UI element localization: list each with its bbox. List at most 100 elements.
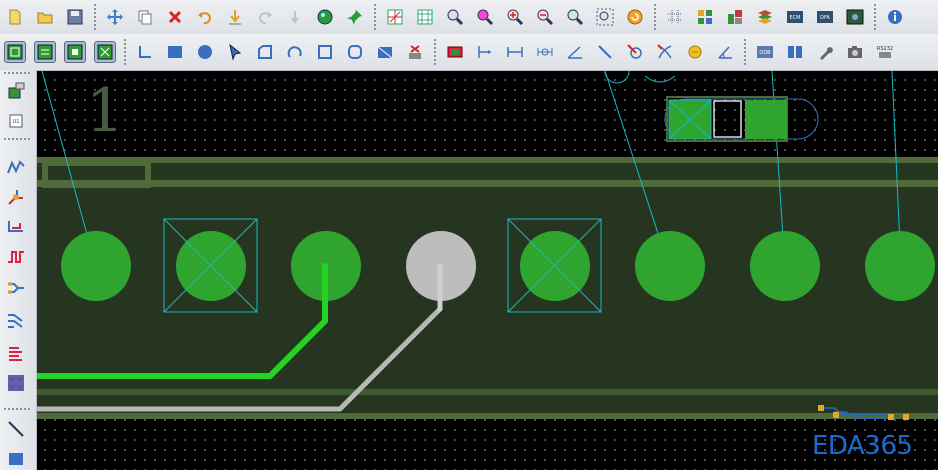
library-icon[interactable]	[724, 6, 746, 28]
toolbar-separator	[4, 408, 30, 410]
pcb-board: 1	[37, 71, 938, 420]
drawing-toolbar: ODB RS232	[0, 34, 938, 71]
copper-outline-bottom-outer	[37, 413, 938, 419]
rectangle-icon[interactable]	[164, 41, 186, 63]
copper-outline-top	[37, 157, 938, 163]
cross-icon[interactable]	[654, 41, 676, 63]
download-icon[interactable]	[224, 6, 246, 28]
smd-component[interactable]	[664, 96, 819, 142]
angle-icon[interactable]	[564, 41, 586, 63]
dimension-icon[interactable]	[474, 41, 496, 63]
components-icon[interactable]	[694, 6, 716, 28]
copy-icon[interactable]	[134, 6, 156, 28]
arrow-down-icon[interactable]	[284, 6, 306, 28]
pointer-icon[interactable]	[224, 41, 246, 63]
redo-icon[interactable]	[254, 6, 276, 28]
pad[interactable]	[61, 231, 131, 301]
delete-icon[interactable]	[164, 6, 186, 28]
bus-route-icon[interactable]	[5, 342, 27, 364]
book-icon[interactable]	[784, 41, 806, 63]
zoom-extents-icon[interactable]	[594, 6, 616, 28]
ratsnest-arc	[644, 75, 676, 83]
grid-view-icon[interactable]	[384, 6, 406, 28]
info-icon[interactable]	[884, 6, 906, 28]
dimension-horizontal-icon[interactable]	[504, 41, 526, 63]
component-icon[interactable]	[444, 41, 466, 63]
smd-pad-right[interactable]	[745, 100, 787, 139]
pcb-canvas[interactable]: 1 EDA365	[37, 71, 938, 470]
pin-icon[interactable]	[344, 6, 366, 28]
zoom-in-icon[interactable]	[504, 6, 526, 28]
pad[interactable]	[865, 231, 935, 301]
select-mode-1-icon[interactable]	[4, 41, 26, 63]
silk-text: 1	[86, 76, 124, 146]
length-tune-icon[interactable]	[5, 246, 27, 268]
new-file-icon[interactable]	[4, 6, 26, 28]
toolbar-separator	[94, 4, 96, 30]
rounded-square-icon[interactable]	[344, 41, 366, 63]
toolbar-separator	[874, 4, 876, 30]
svg-text:ECM: ECM	[790, 15, 801, 21]
toolbar-separator	[4, 72, 30, 74]
open-folder-icon[interactable]	[34, 6, 56, 28]
toolbar-separator	[374, 4, 376, 30]
multi-route-icon[interactable]	[5, 310, 27, 332]
line-draw-icon[interactable]	[5, 418, 27, 440]
layers-icon[interactable]	[754, 6, 776, 28]
wrench-icon[interactable]	[814, 41, 836, 63]
toolbar-separator	[4, 138, 30, 140]
dimension-arc-icon[interactable]	[534, 41, 556, 63]
save-icon[interactable]	[64, 6, 86, 28]
dfa-icon[interactable]: DFA	[814, 6, 836, 28]
toolbar-separator	[744, 39, 746, 65]
zoom-out-icon[interactable]	[534, 6, 556, 28]
route-icon[interactable]	[5, 156, 27, 178]
polygon-icon[interactable]	[254, 41, 276, 63]
refresh-icon[interactable]	[624, 6, 646, 28]
select-mode-3-icon[interactable]	[64, 41, 86, 63]
move-icon[interactable]	[104, 6, 126, 28]
select-mode-4-icon[interactable]	[94, 41, 116, 63]
toolbar-separator	[434, 39, 436, 65]
routing-toolbar: U1	[0, 70, 37, 470]
eraser-icon[interactable]	[404, 41, 426, 63]
fill-icon[interactable]	[374, 41, 396, 63]
zoom-previous-icon[interactable]	[564, 6, 586, 28]
zoom-window-icon[interactable]	[444, 6, 466, 28]
camera-icon[interactable]	[844, 41, 866, 63]
copper-outline-bottom	[37, 389, 938, 395]
select-mode-2-icon[interactable]	[34, 41, 56, 63]
arc-icon[interactable]	[284, 41, 306, 63]
zoom-area-icon[interactable]	[474, 6, 496, 28]
angle-measure-icon[interactable]	[714, 41, 736, 63]
main-toolbar: ECM DFA	[0, 0, 938, 35]
pad[interactable]	[635, 231, 705, 301]
rs-icon[interactable]: RS232	[874, 41, 896, 63]
watermark-text: EDA365	[812, 431, 913, 461]
circle-icon[interactable]	[194, 41, 216, 63]
bga-fanout-icon[interactable]	[5, 372, 27, 394]
pad[interactable]	[750, 231, 820, 301]
corner-icon[interactable]	[134, 41, 156, 63]
via-route-icon[interactable]	[5, 186, 27, 208]
highlight-icon[interactable]	[314, 6, 336, 28]
coin-icon[interactable]	[684, 41, 706, 63]
ecm-icon[interactable]: ECM	[784, 6, 806, 28]
no-connect-icon[interactable]	[624, 41, 646, 63]
line-icon[interactable]	[594, 41, 616, 63]
add-component-icon[interactable]	[5, 80, 27, 102]
svg-text:ODB: ODB	[759, 50, 771, 56]
undo-icon[interactable]	[194, 6, 216, 28]
u1-chip-icon[interactable]: U1	[5, 110, 27, 132]
diff-pair-icon[interactable]	[5, 278, 27, 300]
board-icon[interactable]	[844, 6, 866, 28]
hash-grid-icon[interactable]	[664, 6, 686, 28]
layer-route-icon[interactable]	[5, 216, 27, 238]
square-icon[interactable]	[314, 41, 336, 63]
odb-icon[interactable]: ODB	[754, 41, 776, 63]
rect-draw-icon[interactable]	[5, 448, 27, 470]
grid-snap-icon[interactable]	[414, 6, 436, 28]
svg-text:U1: U1	[13, 119, 20, 125]
svg-text:RS232: RS232	[877, 46, 893, 52]
toolbar-separator	[124, 39, 126, 65]
